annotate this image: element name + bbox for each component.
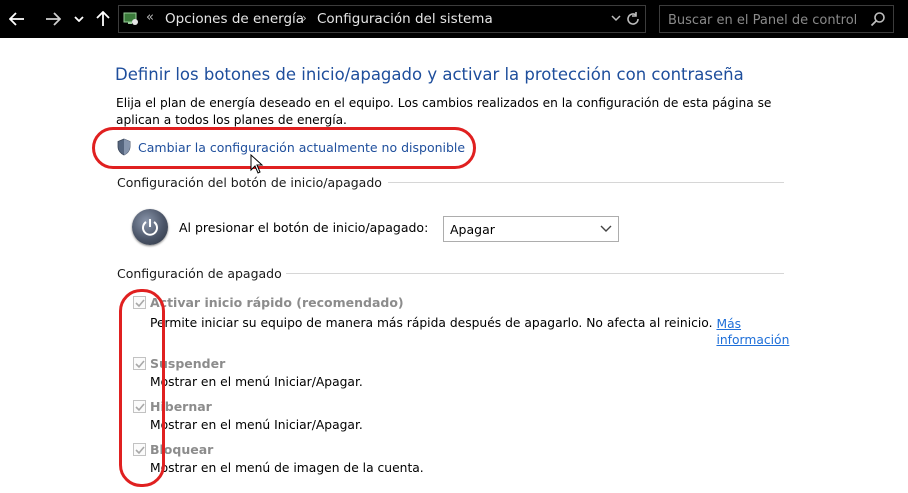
forward-button[interactable] (42, 6, 64, 32)
up-button[interactable] (93, 6, 113, 32)
section-heading-power-button: Configuración del botón de inicio/apagad… (117, 175, 382, 190)
address-bar[interactable]: « Opciones de energía › Configuración de… (118, 5, 646, 33)
annotation-highlight (119, 289, 165, 487)
fast-startup-label: Activar inicio rápido (recomendado) (150, 295, 404, 310)
arrow-right-icon (46, 12, 61, 26)
breadcrumb-system-settings[interactable]: Configuración del sistema (317, 11, 493, 27)
control-panel-icon (123, 12, 138, 25)
arrow-up-icon (96, 11, 110, 26)
breadcrumb-separator: › (302, 11, 307, 25)
refresh-icon[interactable] (625, 11, 641, 27)
mouse-cursor-icon (250, 154, 264, 174)
section-divider (286, 273, 784, 274)
more-info-link[interactable]: Más información (716, 316, 789, 348)
back-button[interactable] (6, 6, 28, 32)
section-heading-shutdown: Configuración de apagado (117, 266, 282, 281)
fast-startup-description: Permite iniciar su equipo de manera más … (150, 316, 789, 348)
power-button-action-label: Al presionar el botón de inicio/apagado: (179, 220, 429, 235)
search-icon[interactable] (870, 11, 886, 27)
fast-startup-description-text: Permite iniciar su equipo de manera más … (150, 316, 713, 330)
lock-description: Mostrar en el menú de imagen de la cuent… (150, 461, 424, 475)
arrow-left-icon (9, 12, 24, 26)
annotation-highlight (92, 127, 476, 169)
power-button-action-select[interactable]: Apagar (443, 216, 619, 242)
chevron-down-icon (74, 16, 84, 22)
breadcrumb-overflow[interactable]: « (146, 10, 154, 25)
page-title: Definir los botones de inicio/apagado y … (115, 65, 744, 84)
hibernate-description: Mostrar en el menú Iniciar/Apagar. (150, 418, 363, 432)
address-dropdown-icon[interactable] (611, 13, 621, 23)
breadcrumb-power-options[interactable]: Opciones de energía (165, 11, 304, 27)
recent-pages-button[interactable] (72, 6, 86, 32)
address-toolbar: « Opciones de energía › Configuración de… (0, 0, 908, 38)
sleep-description: Mostrar en el menú Iniciar/Apagar. (150, 375, 363, 389)
power-button-image (132, 209, 168, 245)
search-input[interactable] (660, 6, 870, 34)
select-value: Apagar (450, 222, 495, 237)
section-divider (388, 182, 784, 183)
chevron-down-icon (600, 225, 612, 232)
power-icon (142, 219, 158, 236)
page-description: Elija el plan de energía deseado en el e… (116, 96, 772, 127)
search-box[interactable] (659, 5, 894, 34)
